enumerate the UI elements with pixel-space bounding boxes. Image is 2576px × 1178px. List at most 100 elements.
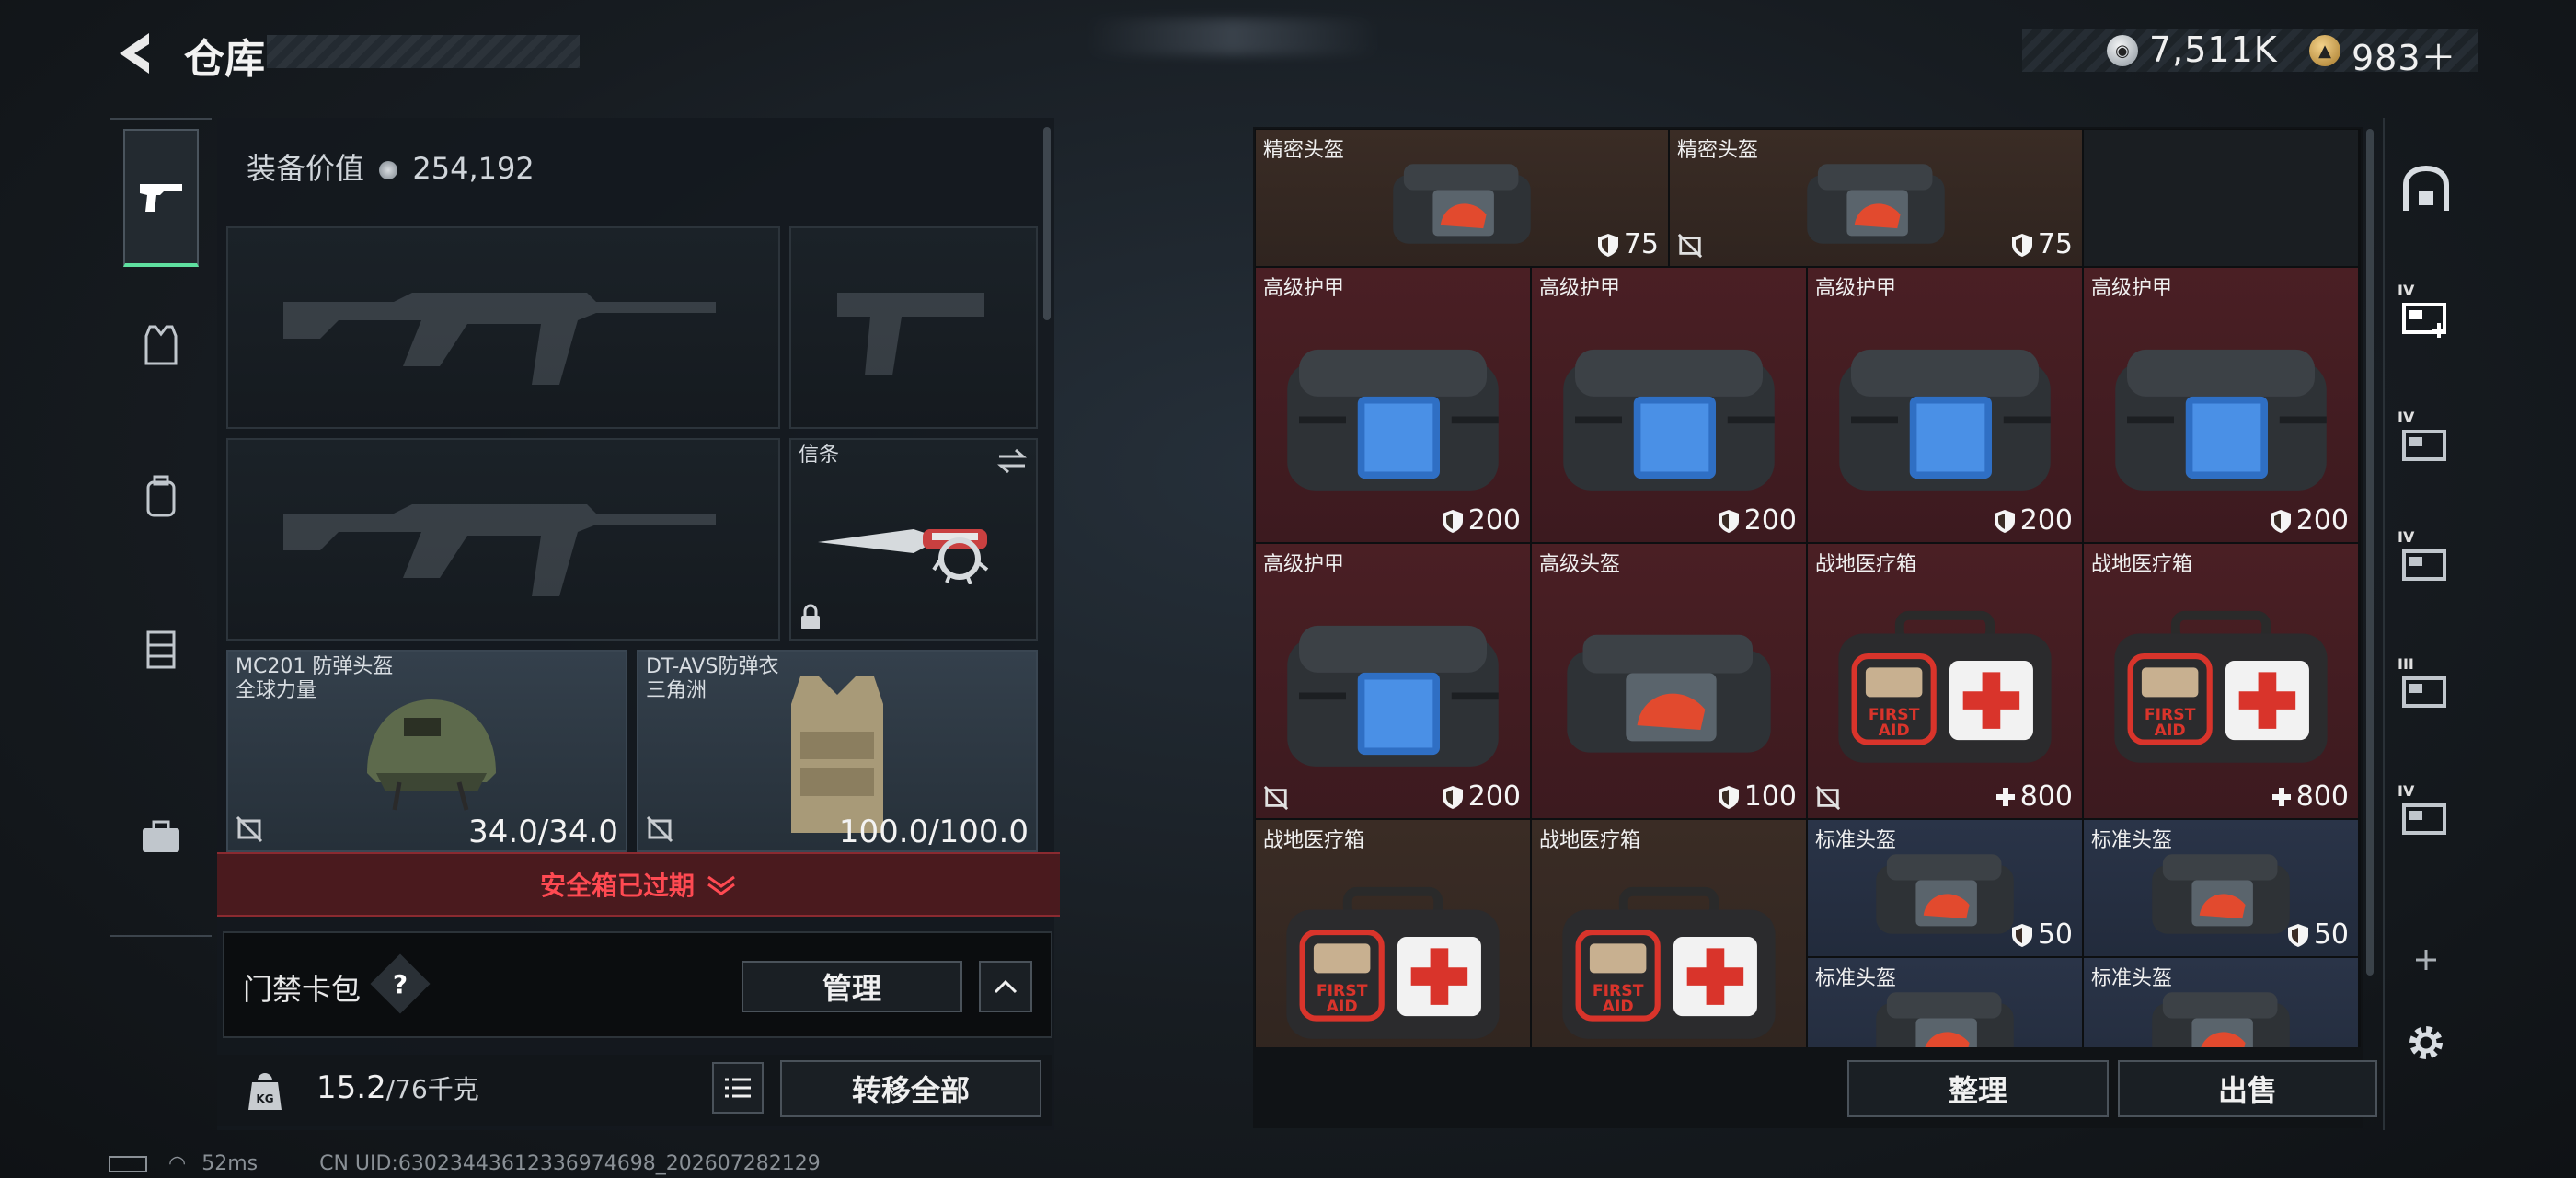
- stash-item[interactable]: 野玫瑰: [2359, 819, 2361, 957]
- heal-plus-icon: [2271, 787, 2291, 806]
- back-button[interactable]: [110, 26, 166, 81]
- vault-icon: [2403, 165, 2449, 211]
- stash-item[interactable]: FIRSTAID 战地医疗箱 800: [2083, 543, 2359, 819]
- stash-tab-1[interactable]: IV: [2394, 282, 2458, 346]
- stash-tab-5[interactable]: IV: [2394, 782, 2458, 847]
- item-name: 精密头盔: [1677, 139, 1759, 162]
- stash-tab-0[interactable]: [2394, 158, 2458, 223]
- tier-label: IV: [2398, 782, 2415, 800]
- stash-tab-2[interactable]: IV: [2394, 409, 2458, 473]
- stash-item[interactable]: 高级护甲 200: [1531, 267, 1807, 543]
- silver-coin-icon: ◉: [2107, 35, 2138, 66]
- stash-item[interactable]: 野玫瑰: [2359, 957, 2361, 1047]
- rail-rig[interactable]: [123, 580, 199, 718]
- item-stat-value: 800: [2295, 780, 2349, 813]
- stash-item[interactable]: 迷雾晨: [2359, 405, 2361, 543]
- stash-item[interactable]: 精密头盔 75: [1255, 129, 1669, 267]
- shield-icon: [1718, 509, 1739, 533]
- stash-item[interactable]: 高级护甲 200: [2083, 267, 2359, 543]
- sort-button[interactable]: 整理: [1847, 1060, 2109, 1117]
- settings-button[interactable]: [2394, 1011, 2458, 1075]
- stash-item[interactable]: 野玫瑰: [2359, 543, 2361, 681]
- stash-item[interactable]: 标准头盔50: [1807, 957, 2083, 1047]
- item-stat-value: 800: [2019, 780, 2073, 813]
- stash-item[interactable]: 高级护甲 200: [1807, 267, 2083, 543]
- item-stat-value: 200: [1743, 504, 1797, 537]
- rail-backpack[interactable]: [123, 428, 199, 566]
- stash-item[interactable]: FIRSTAID战地医疗箱800: [1255, 819, 1531, 1047]
- stash-scrollbar[interactable]: [2366, 129, 2374, 976]
- stash-tabs-rail: IV IV IV III IV: [2383, 118, 2466, 1130]
- stash-item[interactable]: FIRSTAID战地医疗箱800: [1807, 543, 2083, 819]
- empty-slot[interactable]: [2083, 129, 2359, 267]
- rail-case[interactable]: [123, 768, 199, 907]
- armor-faction: 三角洲: [646, 679, 707, 702]
- item-stat-value: 75: [1623, 228, 1659, 260]
- manage-button[interactable]: 管理: [742, 961, 962, 1012]
- pistol-icon: [140, 184, 182, 212]
- armor-slot[interactable]: DT-AVS防弹衣 三角洲 100.0/100.0: [637, 650, 1038, 852]
- page-title: 仓库: [184, 36, 265, 83]
- loadout-scrollbar[interactable]: [1043, 127, 1051, 320]
- rail-weapons[interactable]: [123, 129, 199, 267]
- list-view-button[interactable]: [712, 1062, 764, 1114]
- stash-item[interactable]: 野玫瑰: [2359, 681, 2361, 819]
- secondary-weapon-slot[interactable]: [226, 438, 780, 641]
- item-name: 标准头盔: [1815, 829, 1897, 852]
- weight-current: 15.2: [316, 1069, 386, 1106]
- item-name: 标准头盔: [1815, 967, 1897, 990]
- stash-item[interactable]: 高级护甲 200: [1255, 267, 1531, 543]
- helmet-slot[interactable]: MC201 防弹头盔 全球力量 34.0/34.0: [226, 650, 627, 852]
- help-icon[interactable]: ?: [379, 963, 421, 1005]
- medkit-image: FIRST AID: [2108, 594, 2334, 791]
- stash-item[interactable]: 高级头盔 100: [1531, 543, 1807, 819]
- keycard-label: 门禁卡包: [243, 972, 362, 1007]
- armor-bag-image: [2104, 315, 2339, 517]
- item-stat: 200: [1717, 504, 1797, 537]
- safebox-expired-banner[interactable]: 安全箱已过期: [217, 852, 1060, 917]
- transfer-all-button[interactable]: 转移全部: [780, 1060, 1041, 1117]
- armor-bag-image: [1828, 315, 2063, 517]
- stash-item[interactable]: 高级护甲 200: [1255, 543, 1531, 819]
- stash-tab-4[interactable]: III: [2394, 655, 2458, 720]
- stash-item[interactable]: 精密头盔 75: [1669, 129, 2083, 267]
- item-name: 高级护甲: [1263, 277, 1345, 300]
- empty-slot[interactable]: [2359, 129, 2361, 267]
- medkit-image: FIRST AID: [1280, 870, 1506, 1047]
- no-trade-icon: [646, 815, 673, 843]
- stash-item[interactable]: 标准头盔50: [2083, 957, 2359, 1047]
- gold-coin-icon: ▲: [2309, 35, 2340, 66]
- no-trade-icon: [1815, 785, 1841, 811]
- swap-icon[interactable]: [995, 447, 1029, 475]
- primary-weapon-slot[interactable]: [226, 226, 780, 429]
- melee-slot[interactable]: 信条: [789, 438, 1038, 641]
- sell-button[interactable]: 出售: [2118, 1060, 2377, 1117]
- item-name: 标准头盔: [2091, 967, 2173, 990]
- item-stat: 75: [2010, 228, 2073, 260]
- stash-tab-3[interactable]: IV: [2394, 528, 2458, 593]
- equipment-value: 装备价值 254,192: [247, 145, 535, 188]
- drink-image: [2359, 566, 2361, 669]
- stash-item[interactable]: 标准头盔50: [2083, 819, 2359, 957]
- weight-value: 15.2/76千克: [316, 1069, 479, 1106]
- rail-armor[interactable]: [123, 276, 199, 414]
- item-name: 战地医疗箱: [1815, 553, 1917, 576]
- pistol-slot[interactable]: [789, 226, 1038, 429]
- armor-bag-image: [1552, 315, 1787, 517]
- collapse-button[interactable]: [979, 961, 1032, 1012]
- svg-text:AID: AID: [1879, 722, 1910, 740]
- item-stat: 50: [2010, 918, 2073, 951]
- stash-item[interactable]: 清逸特调: [2359, 267, 2361, 405]
- item-name: 战地医疗箱: [2091, 553, 2193, 576]
- helmet-image: [367, 699, 496, 811]
- vest-icon: [144, 325, 178, 365]
- item-stat: 800: [2271, 780, 2349, 813]
- plus-icon: [2416, 950, 2436, 970]
- add-stash-tab-button[interactable]: [2394, 928, 2458, 992]
- gold-balance[interactable]: 983＋: [2352, 29, 2457, 80]
- armor-durability: 100.0/100.0: [838, 814, 1029, 850]
- stash-item[interactable]: 标准头盔 50: [1807, 819, 2083, 957]
- wifi-icon: ◠: [168, 1152, 187, 1175]
- stash-grid: 精密头盔 75 精密头盔 75 高级护甲 200 高级护甲 200 高级护甲 200 高级护甲 200…: [1255, 129, 2361, 1047]
- stash-item[interactable]: FIRSTAID战地医疗箱800: [1531, 819, 1807, 1047]
